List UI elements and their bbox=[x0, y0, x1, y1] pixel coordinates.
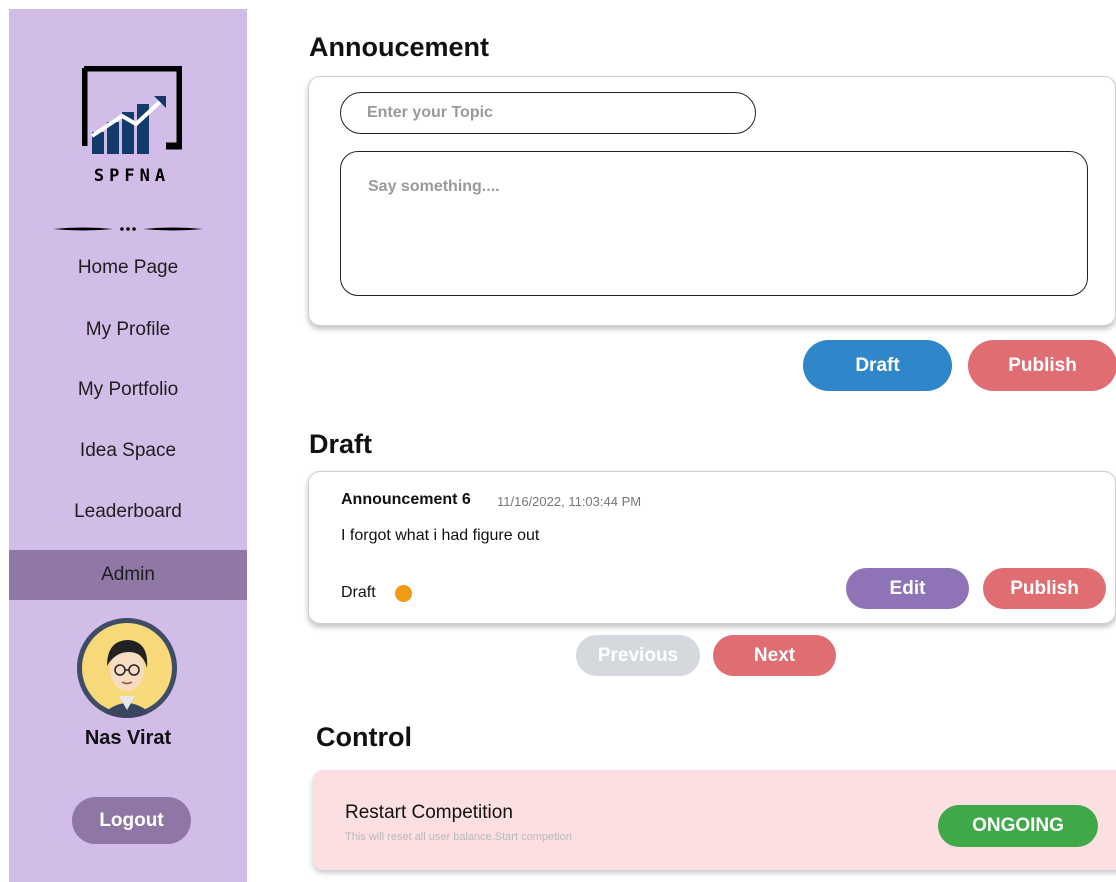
control-title: Control bbox=[316, 722, 412, 752]
draft-item-title: Announcement 6 bbox=[341, 491, 471, 508]
draft-title: Draft bbox=[309, 429, 373, 459]
sidebar-item-my-portfolio[interactable]: My Portfolio bbox=[9, 365, 247, 415]
sidebar-item-idea-space[interactable]: Idea Space bbox=[9, 426, 247, 476]
sidebar-item-leaderboard[interactable]: Leaderboard bbox=[9, 487, 247, 537]
avatar-image bbox=[77, 618, 177, 718]
sidebar-item-my-profile[interactable]: My Profile bbox=[9, 305, 247, 355]
ornament-divider bbox=[53, 227, 203, 231]
draft-publish-button[interactable]: Publish bbox=[983, 568, 1106, 609]
sidebar-item-admin[interactable]: Admin bbox=[9, 550, 247, 600]
control-item-title: Restart Competition bbox=[345, 802, 513, 823]
next-button[interactable]: Next bbox=[713, 635, 836, 676]
topic-input[interactable]: Enter your Topic bbox=[340, 92, 756, 134]
ongoing-toggle-button[interactable]: ONGOING bbox=[938, 805, 1098, 847]
draft-item-status: Draft bbox=[341, 584, 376, 601]
status-dot-icon bbox=[395, 585, 412, 602]
user-name: Nas Virat bbox=[84, 727, 172, 749]
edit-button[interactable]: Edit bbox=[846, 568, 969, 609]
sidebar-item-home-page[interactable]: Home Page bbox=[9, 243, 247, 293]
sidebar: SPFNA Home Page My Profile My Portfolio … bbox=[9, 9, 247, 882]
logout-button[interactable]: Logout bbox=[72, 797, 191, 844]
publish-button[interactable]: Publish bbox=[968, 340, 1116, 391]
spfna-logo: SPFNA bbox=[82, 66, 182, 186]
announcement-body-textarea[interactable]: Say something.... bbox=[340, 151, 1088, 296]
announcement-title: Annoucement bbox=[309, 32, 490, 62]
draft-item-body: I forgot what i had figure out bbox=[341, 527, 540, 544]
avatar[interactable] bbox=[77, 618, 177, 718]
save-draft-button[interactable]: Draft bbox=[803, 340, 952, 391]
previous-button[interactable]: Previous bbox=[576, 635, 700, 676]
logo-text: SPFNA bbox=[94, 166, 170, 186]
draft-item-timestamp: 11/16/2022, 11:03:44 PM bbox=[497, 494, 642, 509]
control-item-description: This will reset all user balance.Start c… bbox=[345, 831, 572, 843]
